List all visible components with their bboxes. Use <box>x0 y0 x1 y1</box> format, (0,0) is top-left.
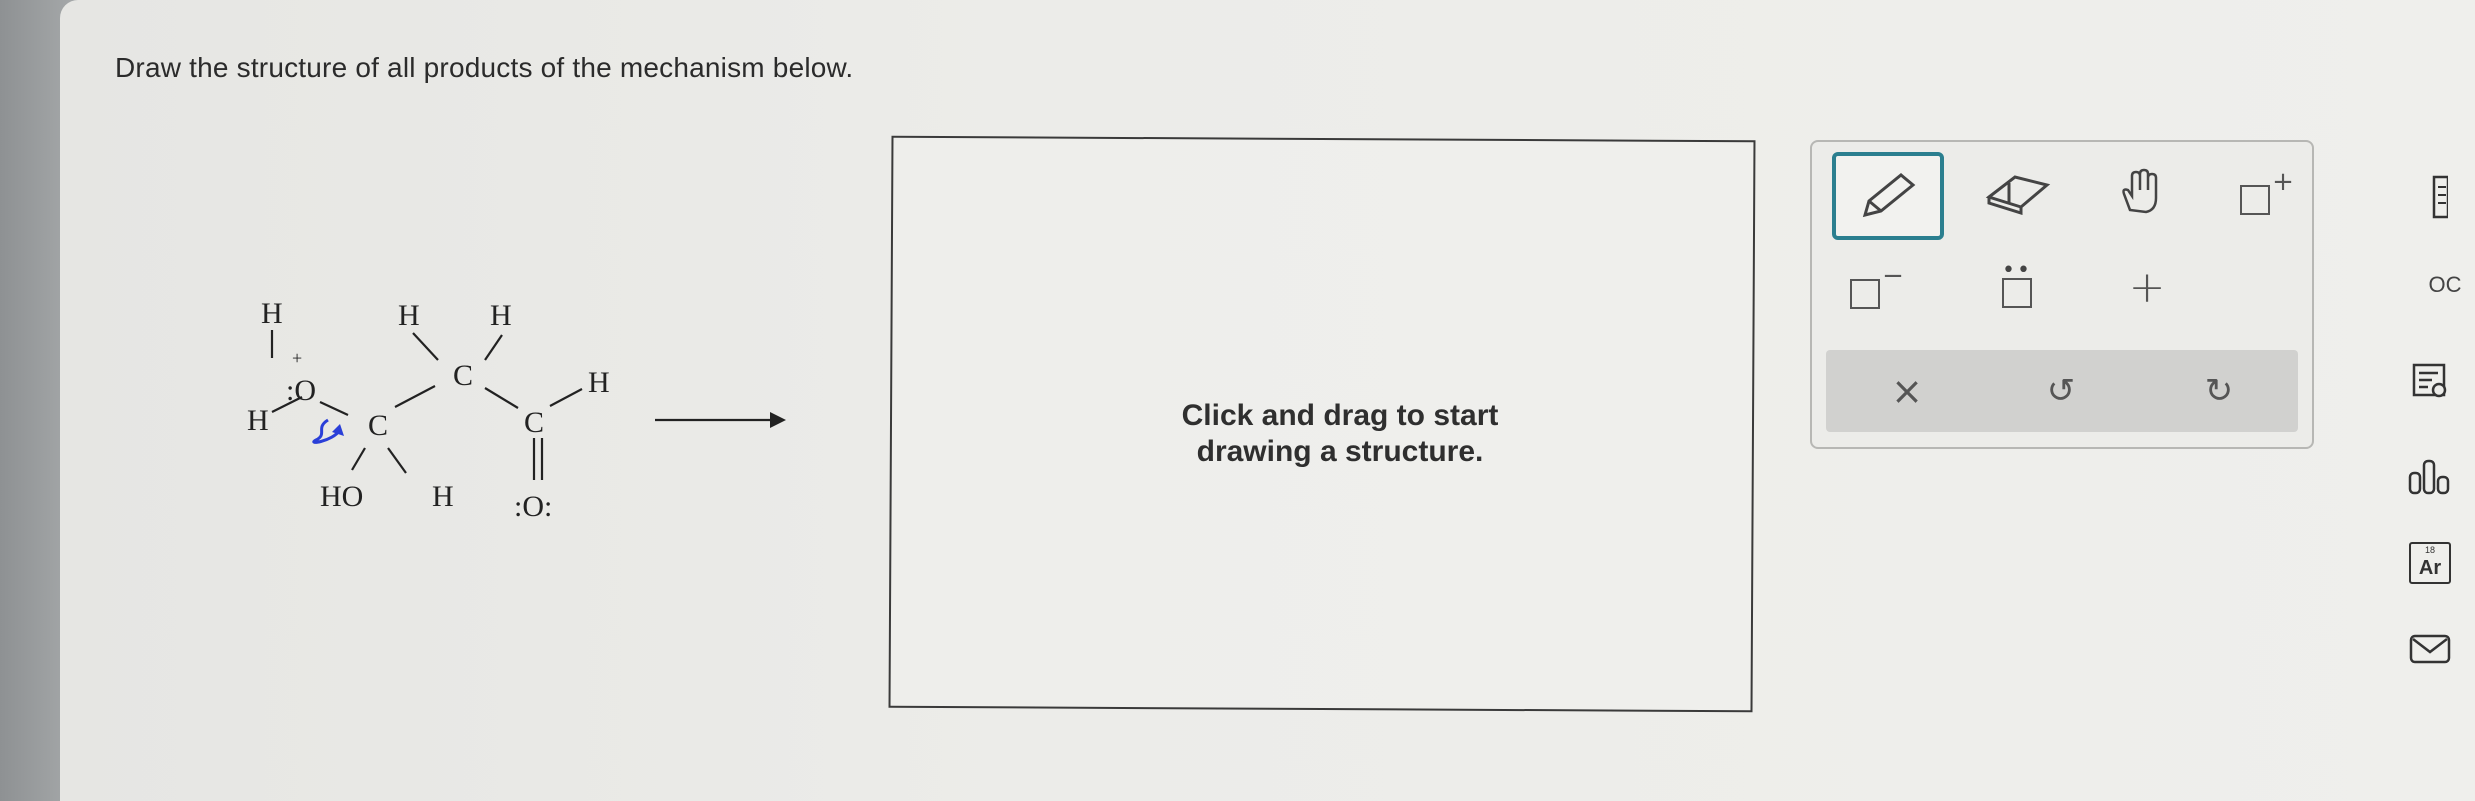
atom-oxygen: :O <box>286 374 316 407</box>
close-icon: × <box>1891 369 1923 413</box>
bar-chart-icon <box>2408 459 2450 495</box>
bond-htop1-cmid <box>412 332 439 361</box>
more-button[interactable]: OC <box>2400 260 2462 310</box>
negative-charge-button[interactable]: − <box>1842 252 1912 322</box>
atom-h-top-oxygen: H <box>261 297 283 330</box>
clear-button[interactable]: × <box>1872 358 1942 424</box>
atom-h-bottom: H <box>432 480 454 513</box>
bond-cmid-ccarbonyl <box>484 387 519 409</box>
redo-button[interactable]: ↻ <box>2184 358 2254 424</box>
hint-button[interactable] <box>2400 356 2460 406</box>
atom-h-left: H <box>247 404 269 437</box>
pencil-tool-button[interactable] <box>1832 152 1944 240</box>
drawing-toolbar: + − •• + × ↺ ↻ <box>1810 140 2314 449</box>
chart-button[interactable] <box>2400 452 2460 502</box>
square-icon <box>2002 278 2032 308</box>
square-icon <box>1850 279 1881 309</box>
atom-c-carbonyl: C <box>524 406 544 439</box>
question-prompt: Draw the structure of all products of th… <box>115 52 854 83</box>
atom-h-top2: H <box>490 299 512 332</box>
element-ar-symbol: Ar <box>2418 557 2442 579</box>
mail-icon <box>2409 634 2451 664</box>
more-label: OC <box>2428 272 2462 297</box>
periodic-table-button[interactable] <box>2400 172 2460 222</box>
atom-c-mid: C <box>453 359 473 392</box>
lone-pair-dots: •• <box>2002 258 2032 283</box>
hint-icon <box>2412 363 2447 398</box>
bond-o-calpha <box>319 401 349 416</box>
element-ar-icon: 18 Ar <box>2409 542 2451 584</box>
action-bar: × ↺ ↻ <box>1826 350 2298 432</box>
mechanism-svg: H + :O H C H H C C H HO H :O: <box>247 297 786 523</box>
plus-icon: + <box>2128 261 2166 313</box>
canvas-hint: Click and drag to start drawing a struct… <box>1080 398 1600 470</box>
canvas-hint-line1: Click and drag to start <box>1181 399 1499 432</box>
charge-plus: + <box>292 348 302 368</box>
hand-tool-button[interactable] <box>2106 158 2176 228</box>
mechanism-figure: H + :O H C H H C C H HO H :O: <box>220 280 800 560</box>
canvas-hint-line2: drawing a structure. <box>1196 435 1484 468</box>
atom-c-alpha: C <box>368 409 388 442</box>
square-icon <box>2240 185 2271 215</box>
bond-calpha-cmid <box>394 385 436 408</box>
pencil-icon <box>1862 173 1916 218</box>
message-button[interactable] <box>2400 624 2460 674</box>
positive-charge-label: + <box>2272 167 2294 197</box>
bond-ccarbonyl-h <box>549 388 583 407</box>
atom-h-top1: H <box>398 299 420 332</box>
atom-carbonyl-oxygen: :O: <box>514 490 552 523</box>
bond-calpha-ho <box>351 447 366 471</box>
add-button[interactable]: + <box>2112 252 2182 322</box>
element-ar-button[interactable]: 18 Ar <box>2400 538 2460 588</box>
bond-htop2-cmid <box>484 334 503 361</box>
hand-icon <box>2122 168 2158 214</box>
undo-button[interactable]: ↺ <box>2026 358 2096 424</box>
atom-ho-group: HO <box>320 480 363 513</box>
bond-calpha-hbottom <box>387 447 407 474</box>
eraser-tool-button[interactable] <box>1978 158 2058 228</box>
atom-h-aldehyde: H <box>588 366 610 399</box>
positive-charge-button[interactable]: + <box>2232 158 2302 228</box>
element-ar-number: 18 <box>2424 545 2435 555</box>
eraser-icon <box>1985 175 2051 215</box>
redo-icon: ↻ <box>2204 371 2234 411</box>
periodic-table-icon <box>2432 175 2448 219</box>
lone-pair-button[interactable]: •• <box>1982 246 2052 326</box>
negative-charge-label: − <box>1882 261 1904 291</box>
reaction-arrow-head <box>770 412 786 428</box>
undo-icon: ↺ <box>2046 371 2076 411</box>
